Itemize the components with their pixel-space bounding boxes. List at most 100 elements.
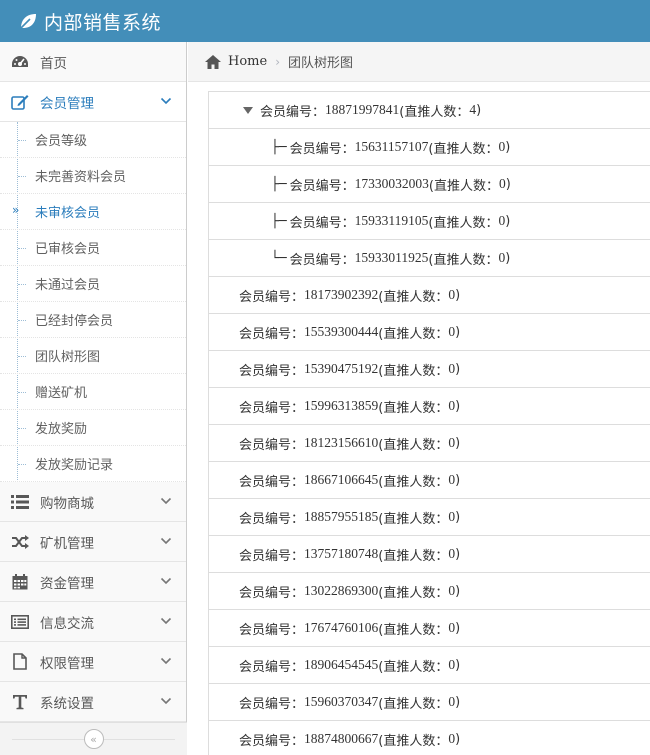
direct-count-close: ) xyxy=(455,509,461,525)
direct-count-label: (直推人数： xyxy=(378,585,449,601)
submenu-item[interactable]: » 未审核会员 xyxy=(0,194,186,230)
tree-row: └─ 会员编号： 15933011925 (直推人数： 0) xyxy=(209,240,650,277)
chevron-down-icon xyxy=(160,615,174,629)
member-id-label: 会员编号： xyxy=(239,400,305,416)
submenu-item[interactable]: 发放奖励 xyxy=(0,410,186,446)
direct-count: 0 xyxy=(448,620,456,635)
sidebar-item-dashboard[interactable]: 首页 xyxy=(0,42,186,82)
member-id-label: 会员编号： xyxy=(239,363,305,379)
sidebar-item-funds[interactable]: 资金管理 xyxy=(0,562,186,602)
chevron-down-icon xyxy=(160,695,174,709)
sidebar-item-label: 购物商城 xyxy=(40,495,94,512)
member-id-label: 会员编号： xyxy=(289,141,355,157)
direct-count: 0 xyxy=(448,509,456,524)
member-id: 15933011925 xyxy=(354,250,429,265)
sidebar-item-message[interactable]: 信息交流 xyxy=(0,602,186,642)
list-icon xyxy=(10,492,30,512)
direct-count-close: ) xyxy=(455,620,461,636)
member-id: 18874800667 xyxy=(304,731,379,746)
direct-count-close: ) xyxy=(455,731,461,747)
tree-row: 会员编号： 18123156610 (直推人数： 0) xyxy=(209,425,650,462)
submenu-item[interactable]: 会员等级 xyxy=(0,122,186,158)
file-icon xyxy=(10,652,30,672)
direct-count: 0 xyxy=(448,731,456,746)
member-id-label: 会员编号： xyxy=(239,659,305,675)
member-id-label: 会员编号： xyxy=(289,215,355,231)
submenu-item-label: 已审核会员 xyxy=(35,242,101,257)
sidebar-item-settings[interactable]: 系统设置 xyxy=(0,682,186,722)
direct-count: 0 xyxy=(448,361,456,376)
submenu-item[interactable]: 发放奖励记录 xyxy=(0,446,186,482)
sidebar-item-member[interactable]: 会员管理 xyxy=(0,82,186,122)
direct-count-close: ) xyxy=(505,213,511,229)
member-id: 18906454545 xyxy=(304,657,379,672)
direct-count-close: ) xyxy=(455,546,461,562)
chevron-down-icon xyxy=(160,575,174,589)
direct-count: 0 xyxy=(448,472,456,487)
breadcrumb-home-link[interactable]: Home xyxy=(228,54,267,69)
direct-count-close: ) xyxy=(455,324,461,340)
tree-row: 会员编号： 13022869300 (直推人数： 0) xyxy=(209,573,650,610)
submenu-item[interactable]: 已审核会员 xyxy=(0,230,186,266)
team-tree: 会员编号： 18871997841 (直推人数： 4) ├─ 会员编号： 15631157… xyxy=(208,91,650,755)
tree-row: 会员编号： 17674760106 (直推人数： 0) xyxy=(209,610,650,647)
submenu-item[interactable]: 赠送矿机 xyxy=(0,374,186,410)
direct-count: 0 xyxy=(448,287,456,302)
direct-count-close: ) xyxy=(455,694,461,710)
chevron-down-icon xyxy=(160,95,174,109)
direct-count-label: (直推人数： xyxy=(378,400,449,416)
tree-row: 会员编号： 18857955185 (直推人数： 0) xyxy=(209,499,650,536)
member-id-label: 会员编号： xyxy=(239,622,305,638)
top-navbar: 内部销售系统 xyxy=(0,0,650,42)
submenu-item[interactable]: 未通过会员 xyxy=(0,266,186,302)
caret-down-icon[interactable] xyxy=(243,106,253,114)
member-id: 18173902392 xyxy=(304,287,379,302)
sidebar-item-permission[interactable]: 权限管理 xyxy=(0,642,186,682)
member-id: 18123156610 xyxy=(304,435,379,450)
submenu-item[interactable]: 团队树形图 xyxy=(0,338,186,374)
sidebar-item-miner[interactable]: 矿机管理 xyxy=(0,522,186,562)
tree-branch-connector: ├─ xyxy=(271,139,287,155)
direct-count-close: ) xyxy=(455,657,461,673)
tree-row: ├─ 会员编号： 15631157107 (直推人数： 0) xyxy=(209,129,650,166)
direct-count-label: (直推人数： xyxy=(399,104,470,120)
sidebar-item-label: 系统设置 xyxy=(40,695,94,712)
direct-count-label: (直推人数： xyxy=(428,141,499,157)
home-icon[interactable] xyxy=(204,54,222,70)
sidebar-collapse-bar: « xyxy=(0,722,187,755)
tachometer-icon xyxy=(10,52,30,72)
sidebar-item-shop[interactable]: 购物商城 xyxy=(0,482,186,522)
member-id-label: 会员编号： xyxy=(239,326,305,342)
submenu-item-label: 未通过会员 xyxy=(35,278,101,293)
random-icon xyxy=(10,532,30,552)
member-id-label: 会员编号： xyxy=(239,474,305,490)
member-id-label: 会员编号： xyxy=(239,437,305,453)
sidebar-item-label: 权限管理 xyxy=(40,655,94,672)
direct-count-close: ) xyxy=(455,361,461,377)
leaf-icon xyxy=(20,14,36,29)
direct-count: 0 xyxy=(498,139,506,154)
direct-count-close: ) xyxy=(455,583,461,599)
breadcrumb: Home › 团队树形图 xyxy=(188,42,650,82)
text-icon xyxy=(10,692,30,712)
direct-count-close: ) xyxy=(455,472,461,488)
collapse-sidebar-icon[interactable]: « xyxy=(83,729,104,749)
direct-count-label: (直推人数： xyxy=(378,511,449,527)
submenu-item[interactable]: 未完善资料会员 xyxy=(0,158,186,194)
direct-count-close: ) xyxy=(455,398,461,414)
member-id: 18871997841 xyxy=(325,102,400,117)
sidebar-item-label: 信息交流 xyxy=(40,615,94,632)
direct-count-label: (直推人数： xyxy=(428,252,499,268)
submenu-item[interactable]: 已经封停会员 xyxy=(0,302,186,338)
sidebar-item-label: 资金管理 xyxy=(40,575,94,592)
tree-row: 会员编号： 15996313859 (直推人数： 0) xyxy=(209,388,650,425)
direct-count-label: (直推人数： xyxy=(378,474,449,490)
member-id: 17330032003 xyxy=(354,176,429,191)
direct-count-close: ) xyxy=(455,435,461,451)
submenu-item-label: 未完善资料会员 xyxy=(35,170,127,185)
tree-row[interactable]: 会员编号： 18871997841 (直推人数： 4) xyxy=(209,92,650,129)
tree-branch-connector: ├─ xyxy=(271,213,287,229)
member-id-label: 会员编号： xyxy=(239,289,305,305)
member-id-label: 会员编号： xyxy=(239,511,305,527)
app-title[interactable]: 内部销售系统 xyxy=(44,8,161,35)
